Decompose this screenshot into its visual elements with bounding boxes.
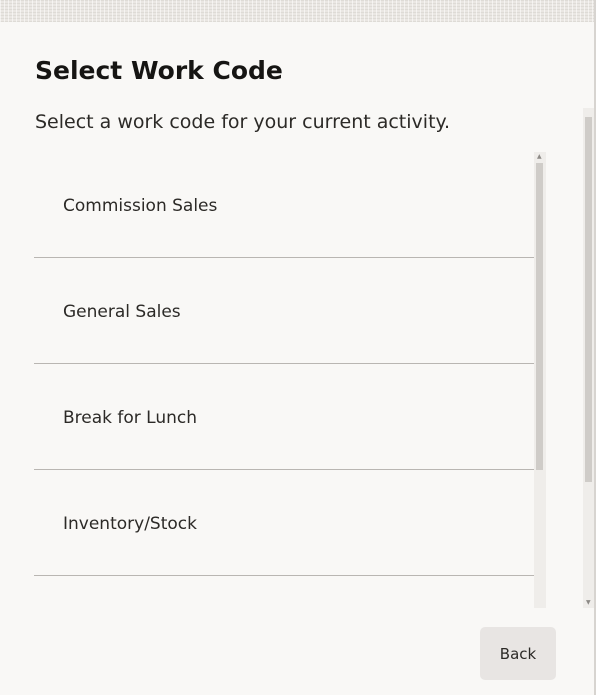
work-code-label: Inventory/Stock bbox=[63, 514, 197, 534]
triangle-up-icon[interactable]: ▲ bbox=[537, 154, 542, 160]
triangle-down-icon[interactable]: ▼ bbox=[586, 600, 591, 606]
work-code-label: Commission Sales bbox=[63, 196, 218, 216]
work-code-list: Commission Sales General Sales Break for… bbox=[34, 152, 534, 576]
work-code-label: General Sales bbox=[63, 302, 181, 322]
work-code-item-commission-sales[interactable]: Commission Sales bbox=[34, 152, 534, 258]
work-code-item-general-sales[interactable]: General Sales bbox=[34, 258, 534, 364]
dialog-subtitle: Select a work code for your current acti… bbox=[35, 111, 451, 133]
work-code-list-container: Commission Sales General Sales Break for… bbox=[34, 152, 546, 608]
work-code-label: Break for Lunch bbox=[63, 408, 198, 428]
list-scrollbar-thumb[interactable] bbox=[536, 163, 543, 470]
work-code-dialog: Select Work Code Select a work code for … bbox=[0, 22, 596, 695]
work-code-item-inventory-stock[interactable]: Inventory/Stock bbox=[34, 470, 534, 576]
back-button[interactable]: Back bbox=[480, 627, 556, 680]
work-code-item-break-for-lunch[interactable]: Break for Lunch bbox=[34, 364, 534, 470]
dialog-scrollbar-thumb[interactable] bbox=[585, 117, 592, 482]
dialog-title: Select Work Code bbox=[35, 56, 283, 85]
background-texture bbox=[0, 0, 596, 22]
